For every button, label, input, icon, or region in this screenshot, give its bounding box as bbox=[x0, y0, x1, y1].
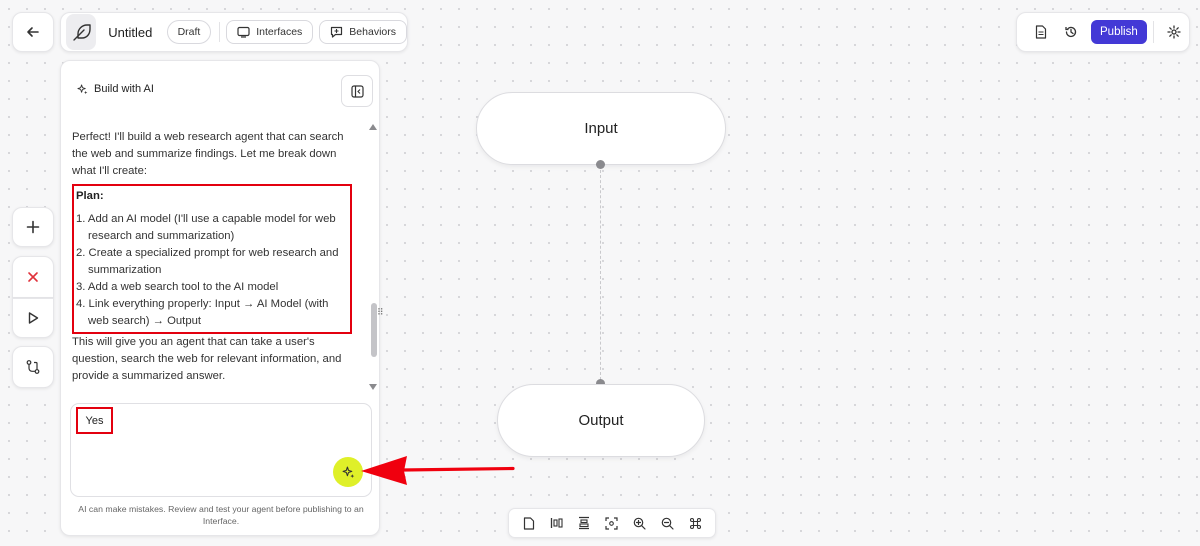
add-node-button[interactable] bbox=[12, 207, 54, 247]
annotation-arrow bbox=[361, 456, 515, 485]
collapse-panel-button[interactable] bbox=[341, 75, 373, 107]
history-icon bbox=[1064, 25, 1078, 39]
canvas-toolbar bbox=[508, 508, 716, 538]
note-button[interactable] bbox=[517, 511, 541, 535]
plan-highlight: Plan: 1. Add an AI model (I'll use a cap… bbox=[72, 184, 352, 334]
behaviors-label: Behaviors bbox=[349, 26, 396, 38]
input-node-label: Input bbox=[584, 120, 618, 137]
scroll-up-arrow[interactable] bbox=[368, 123, 378, 131]
plus-icon bbox=[26, 220, 40, 234]
scroll-down-arrow[interactable] bbox=[368, 383, 378, 391]
interfaces-button[interactable]: Interfaces bbox=[226, 20, 314, 44]
document-button[interactable] bbox=[1027, 18, 1055, 46]
sparkle-icon bbox=[77, 83, 88, 95]
input-value: Yes bbox=[85, 414, 104, 427]
gear-icon bbox=[1167, 25, 1181, 39]
plan-list: 1. Add an AI model (I'll use a capable m… bbox=[76, 211, 347, 330]
message-input[interactable]: Yes bbox=[70, 403, 372, 497]
monitor-icon bbox=[237, 26, 250, 38]
git-branch-icon bbox=[25, 359, 41, 375]
logo-button[interactable] bbox=[66, 14, 97, 50]
output-node-label: Output bbox=[578, 412, 624, 429]
panel-title: Build with AI bbox=[94, 83, 154, 95]
close-icon bbox=[27, 271, 39, 283]
connection-edge[interactable] bbox=[600, 170, 601, 380]
arrow-left-icon bbox=[26, 25, 40, 39]
behaviors-button[interactable]: Behaviors bbox=[319, 20, 407, 44]
run-button[interactable] bbox=[12, 298, 54, 338]
plan-item: 4. Link everything properly: Input → AI … bbox=[76, 298, 329, 327]
version-control-button[interactable] bbox=[12, 346, 54, 388]
feather-icon bbox=[71, 22, 91, 42]
draft-badge[interactable]: Draft bbox=[166, 20, 212, 44]
command-icon bbox=[689, 517, 702, 530]
stop-button[interactable] bbox=[12, 256, 54, 298]
panel-collapse-icon bbox=[350, 84, 364, 98]
play-icon bbox=[26, 311, 40, 325]
sparkle-send-icon bbox=[342, 466, 355, 479]
divider bbox=[1152, 21, 1154, 43]
fit-view-button[interactable] bbox=[600, 511, 624, 535]
note-icon bbox=[523, 516, 535, 530]
history-button[interactable] bbox=[1057, 18, 1085, 46]
plan-item: 3. Add a web search tool to the AI model bbox=[76, 281, 279, 293]
panel-header: Build with AI bbox=[77, 83, 154, 95]
document-icon bbox=[1035, 25, 1047, 39]
fit-view-icon bbox=[605, 516, 619, 530]
input-node[interactable]: Input bbox=[476, 92, 726, 165]
align-vertical-button[interactable] bbox=[572, 511, 596, 535]
zoom-out-button[interactable] bbox=[655, 511, 679, 535]
assistant-message-intro: Perfect! I'll build a web research agent… bbox=[72, 131, 344, 177]
chat-plus-icon bbox=[330, 26, 343, 38]
align-horizontal-icon bbox=[550, 517, 564, 529]
resize-handle[interactable]: ⠿ bbox=[377, 307, 384, 318]
ai-disclaimer: AI can make mistakes. Review and test yo… bbox=[78, 504, 364, 526]
plan-item: 2. Create a specialized prompt for web r… bbox=[76, 247, 339, 276]
back-button[interactable] bbox=[12, 12, 54, 52]
top-right-toolbar: Publish bbox=[1016, 12, 1190, 52]
input-node-port[interactable] bbox=[596, 160, 605, 169]
publish-button[interactable]: Publish bbox=[1091, 20, 1147, 44]
output-node[interactable]: Output bbox=[497, 384, 705, 457]
plan-title: Plan: bbox=[76, 190, 104, 202]
plan-item: 1. Add an AI model (I'll use a capable m… bbox=[76, 213, 336, 242]
divider bbox=[219, 22, 221, 42]
draft-label: Draft bbox=[177, 26, 201, 38]
interfaces-label: Interfaces bbox=[256, 26, 303, 38]
chat-messages: Perfect! I'll build a web research agent… bbox=[72, 129, 352, 385]
align-vertical-icon bbox=[578, 516, 590, 530]
zoom-in-button[interactable] bbox=[628, 511, 652, 535]
settings-button[interactable] bbox=[1160, 18, 1188, 46]
shortcuts-button[interactable] bbox=[683, 511, 707, 535]
zoom-in-icon bbox=[633, 517, 646, 530]
input-text-highlight: Yes bbox=[76, 407, 113, 434]
zoom-out-icon bbox=[661, 517, 674, 530]
ai-builder-panel: Build with AI Perfect! I'll build a web … bbox=[60, 60, 384, 536]
assistant-message-summary: This will give you an agent that can tak… bbox=[72, 336, 342, 382]
document-title[interactable]: Untitled bbox=[108, 25, 158, 40]
title-bar: Untitled Draft Interfaces Behaviors bbox=[60, 12, 408, 52]
align-horizontal-button[interactable] bbox=[545, 511, 569, 535]
